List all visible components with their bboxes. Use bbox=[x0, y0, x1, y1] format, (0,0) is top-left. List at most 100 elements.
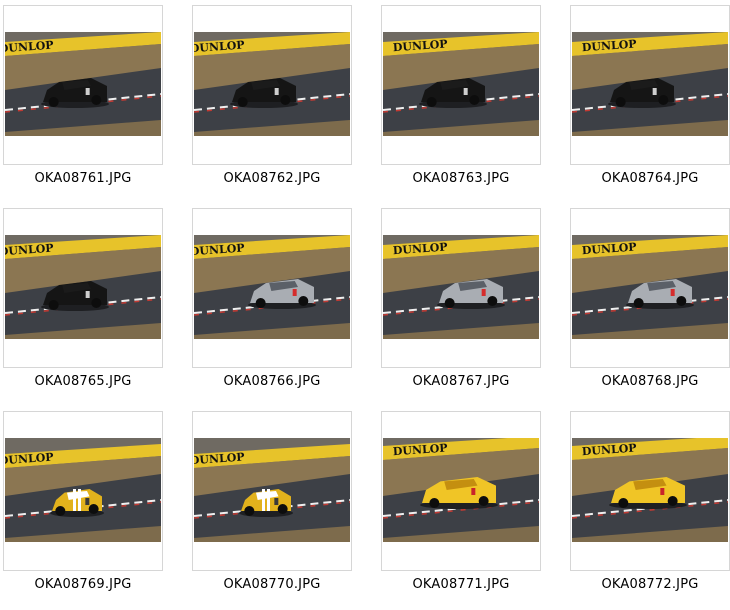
thumbnail-frame[interactable]: DUNLOP bbox=[381, 208, 541, 368]
race-car-photo[interactable]: DUNLOP bbox=[194, 32, 350, 136]
car-wheel-rear bbox=[88, 504, 99, 514]
thumbnail-frame[interactable]: DUNLOP bbox=[3, 5, 163, 165]
thumbnail-photo[interactable]: DUNLOP bbox=[194, 235, 350, 339]
thumbnail-item[interactable]: DUNLOP OKA08763.JPG bbox=[381, 5, 541, 195]
thumbnail-filename[interactable]: OKA08765.JPG bbox=[0, 374, 173, 389]
race-car-photo[interactable]: DUNLOP bbox=[383, 438, 539, 542]
car-wheel-front bbox=[618, 498, 629, 508]
race-car-photo[interactable]: DUNLOP bbox=[5, 438, 161, 542]
thumbnail-frame[interactable]: DUNLOP bbox=[381, 5, 541, 165]
thumbnail-filename[interactable]: OKA08762.JPG bbox=[182, 171, 362, 186]
thumbnail-grid: DUNLOP OKA08761.JPG DUNLOP OKA08762.JPG DUNL… bbox=[0, 0, 730, 610]
car-number bbox=[292, 289, 297, 296]
car-wheel-rear bbox=[298, 296, 309, 306]
car-wheel-rear bbox=[469, 95, 480, 105]
race-car-photo[interactable]: DUNLOP bbox=[572, 235, 728, 339]
car-wheel-rear bbox=[478, 496, 489, 506]
thumbnail-photo[interactable]: DUNLOP bbox=[5, 235, 161, 339]
race-car-photo[interactable]: DUNLOP bbox=[194, 438, 350, 542]
car-wheel-front bbox=[255, 298, 266, 308]
thumbnail-frame[interactable]: DUNLOP bbox=[3, 411, 163, 571]
thumbnail-filename[interactable]: OKA08766.JPG bbox=[182, 374, 362, 389]
car-wheel-front bbox=[48, 97, 59, 107]
thumbnail-filename[interactable]: OKA08764.JPG bbox=[560, 171, 730, 186]
thumbnail-frame[interactable]: DUNLOP bbox=[570, 5, 730, 165]
car-number bbox=[85, 88, 90, 95]
car-wheel-front bbox=[48, 300, 59, 310]
thumbnail-photo[interactable]: DUNLOP bbox=[194, 438, 350, 542]
thumbnail-item[interactable]: DUNLOP OKA08766.JPG bbox=[192, 208, 352, 398]
thumbnail-item[interactable]: DUNLOP OKA08768.JPG bbox=[570, 208, 730, 398]
car-stripe bbox=[78, 489, 81, 511]
car-wheel-front bbox=[615, 97, 626, 107]
car-number bbox=[670, 289, 675, 296]
thumbnail-filename[interactable]: OKA08767.JPG bbox=[371, 374, 551, 389]
thumbnail-frame[interactable]: DUNLOP bbox=[192, 208, 352, 368]
car-number bbox=[660, 488, 665, 495]
thumbnail-item[interactable]: DUNLOP OKA08767.JPG bbox=[381, 208, 541, 398]
thumbnail-frame[interactable]: DUNLOP bbox=[192, 411, 352, 571]
thumbnail-item[interactable]: DUNLOP OKA08765.JPG bbox=[3, 208, 163, 398]
thumbnail-item[interactable]: DUNLOP OKA08772.JPG bbox=[570, 411, 730, 601]
car-number bbox=[274, 88, 279, 95]
race-car-photo[interactable]: DUNLOP bbox=[383, 32, 539, 136]
thumbnail-photo[interactable]: DUNLOP bbox=[383, 32, 539, 136]
thumbnail-filename[interactable]: OKA08768.JPG bbox=[560, 374, 730, 389]
car-number bbox=[85, 498, 90, 505]
thumbnail-photo[interactable]: DUNLOP bbox=[194, 32, 350, 136]
thumbnail-photo[interactable]: DUNLOP bbox=[572, 32, 728, 136]
thumbnail-frame[interactable]: DUNLOP bbox=[381, 411, 541, 571]
car-number bbox=[471, 488, 476, 495]
thumbnail-filename[interactable]: OKA08770.JPG bbox=[182, 577, 362, 592]
thumbnail-filename[interactable]: OKA08771.JPG bbox=[371, 577, 551, 592]
thumbnail-item[interactable]: DUNLOP OKA08761.JPG bbox=[3, 5, 163, 195]
thumbnail-item[interactable]: DUNLOP OKA08770.JPG bbox=[192, 411, 352, 601]
car-wheel-rear bbox=[676, 296, 687, 306]
race-car-photo[interactable]: DUNLOP bbox=[572, 438, 728, 542]
thumbnail-filename[interactable]: OKA08769.JPG bbox=[0, 577, 173, 592]
thumbnail-item[interactable]: DUNLOP OKA08769.JPG bbox=[3, 411, 163, 601]
car-wheel-rear bbox=[667, 496, 678, 506]
car-wheel-front bbox=[244, 506, 255, 516]
thumbnail-frame[interactable]: DUNLOP bbox=[192, 5, 352, 165]
car-stripe bbox=[262, 489, 265, 511]
car-number bbox=[652, 88, 657, 95]
car-stripe bbox=[73, 489, 76, 511]
car-wheel-rear bbox=[487, 296, 498, 306]
thumbnail-item[interactable]: DUNLOP OKA08764.JPG bbox=[570, 5, 730, 195]
thumbnail-item[interactable]: DUNLOP OKA08762.JPG bbox=[192, 5, 352, 195]
race-car-photo[interactable]: DUNLOP bbox=[5, 235, 161, 339]
race-car-photo[interactable]: DUNLOP bbox=[5, 32, 161, 136]
car-wheel-front bbox=[633, 298, 644, 308]
thumbnail-frame[interactable]: DUNLOP bbox=[570, 411, 730, 571]
car-wheel-front bbox=[237, 97, 248, 107]
thumbnail-photo[interactable]: DUNLOP bbox=[572, 235, 728, 339]
thumbnail-filename[interactable]: OKA08772.JPG bbox=[560, 577, 730, 592]
car-number bbox=[85, 291, 90, 298]
thumbnail-item[interactable]: DUNLOP OKA08771.JPG bbox=[381, 411, 541, 601]
car-wheel-front bbox=[55, 506, 66, 516]
thumbnail-photo[interactable]: DUNLOP bbox=[5, 32, 161, 136]
car-wheel-rear bbox=[280, 95, 291, 105]
car-number bbox=[463, 88, 468, 95]
thumbnail-photo[interactable]: DUNLOP bbox=[572, 438, 728, 542]
thumbnail-photo[interactable]: DUNLOP bbox=[383, 235, 539, 339]
car-wheel-rear bbox=[658, 95, 669, 105]
thumbnail-filename[interactable]: OKA08761.JPG bbox=[0, 171, 173, 186]
car-wheel-front bbox=[444, 298, 455, 308]
car-wheel-front bbox=[429, 498, 440, 508]
race-car-photo[interactable]: DUNLOP bbox=[383, 235, 539, 339]
race-car-photo[interactable]: DUNLOP bbox=[572, 32, 728, 136]
thumbnail-photo[interactable]: DUNLOP bbox=[383, 438, 539, 542]
car-stripe bbox=[267, 489, 270, 511]
car-wheel-rear bbox=[277, 504, 288, 514]
car-number bbox=[481, 289, 486, 296]
thumbnail-frame[interactable]: DUNLOP bbox=[570, 208, 730, 368]
race-car-photo[interactable]: DUNLOP bbox=[194, 235, 350, 339]
thumbnail-frame[interactable]: DUNLOP bbox=[3, 208, 163, 368]
thumbnail-photo[interactable]: DUNLOP bbox=[5, 438, 161, 542]
thumbnail-filename[interactable]: OKA08763.JPG bbox=[371, 171, 551, 186]
car-wheel-front bbox=[426, 97, 437, 107]
car-number bbox=[274, 498, 279, 505]
car-wheel-rear bbox=[91, 95, 102, 105]
